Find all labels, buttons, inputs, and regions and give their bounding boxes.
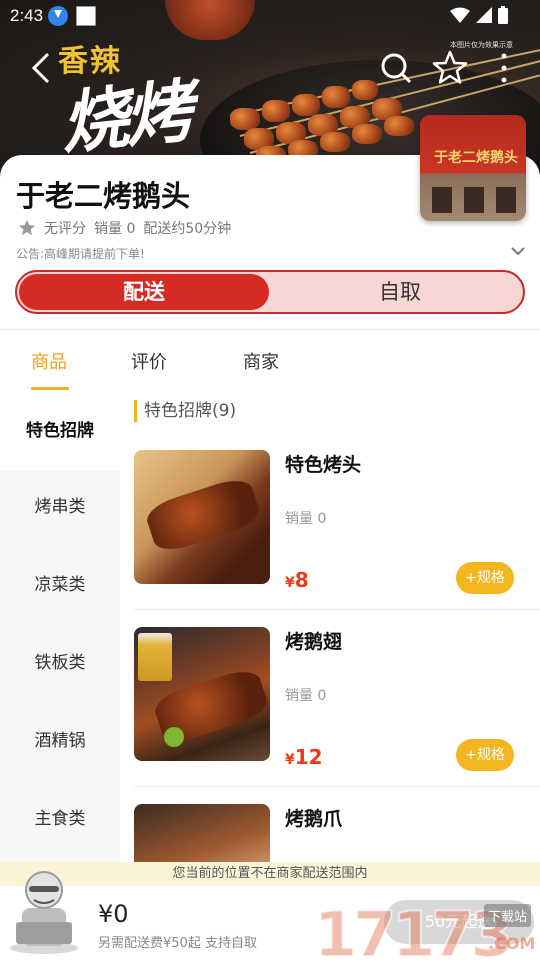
meat-image xyxy=(262,100,290,122)
select-spec-button[interactable]: +规格 xyxy=(456,739,514,771)
wifi-icon xyxy=(450,7,470,23)
search-icon xyxy=(381,53,412,84)
watermark-domain: .COM xyxy=(488,934,536,953)
chevron-down-icon[interactable] xyxy=(510,245,526,257)
pickup-option[interactable]: 自取 xyxy=(277,274,523,310)
meat-image xyxy=(230,108,260,130)
meat-image xyxy=(292,94,320,116)
star-outline-icon xyxy=(432,50,468,84)
battery-icon xyxy=(498,6,508,24)
product-item[interactable]: 烤鹅翅 销量 0 ¥12 +规格 xyxy=(134,627,540,787)
cart-total: ¥0 xyxy=(98,900,129,928)
tab-reviews[interactable]: 评价 xyxy=(131,348,167,374)
product-name: 特色烤头 xyxy=(285,454,362,476)
favorite-button[interactable] xyxy=(430,48,470,88)
delivery-mode-toggle: 配送 自取 xyxy=(15,270,525,314)
tab-bar: 商品 评价 商家 xyxy=(0,330,540,392)
delivery-option[interactable]: 配送 xyxy=(19,274,269,310)
search-button[interactable] xyxy=(376,48,416,88)
tab-products[interactable]: 商品 xyxy=(31,348,67,374)
category-item-iron-plate[interactable]: 铁板类 xyxy=(0,624,120,702)
shop-rating: 无评分 xyxy=(44,221,86,237)
beer-glass-image xyxy=(138,633,172,681)
signal-icon xyxy=(476,7,492,23)
lime-image xyxy=(164,727,184,747)
product-sales: 销量 0 xyxy=(285,511,327,527)
system-icons xyxy=(450,6,508,24)
category-item-skewers[interactable]: 烤串类 xyxy=(0,468,120,546)
meat-image xyxy=(352,124,382,144)
cart-mascot-icon[interactable] xyxy=(8,864,82,954)
app-screen: 香辣 烧烤 本图片仅为效果示意 2:43 于老二烤鹅头 于老二烤鹅头 无评分 销… xyxy=(0,0,540,960)
back-button[interactable] xyxy=(24,48,64,88)
product-image[interactable] xyxy=(134,627,270,761)
shop-notice: 公告:高峰期请提前下单! xyxy=(16,247,145,261)
cart-hint: 另需配送费¥50起 支持自取 xyxy=(98,936,257,951)
divider xyxy=(134,786,540,787)
category-item-cold-dishes[interactable]: 凉菜类 xyxy=(0,546,120,624)
product-image[interactable] xyxy=(134,804,270,862)
product-name: 烤鹅爪 xyxy=(285,808,343,830)
section-title: 特色招牌(9) xyxy=(134,400,236,422)
price-value: 12 xyxy=(294,745,323,769)
shop-photo-sign: 于老二烤鹅头 xyxy=(434,150,518,166)
product-price: ¥12 xyxy=(285,745,323,769)
price-currency: ¥ xyxy=(285,752,295,768)
price-value: 8 xyxy=(294,568,309,592)
product-item[interactable]: 特色烤头 销量 0 ¥8 +规格 xyxy=(134,450,540,610)
status-bar: 2:43 xyxy=(0,0,540,32)
more-button[interactable] xyxy=(488,48,528,88)
product-item[interactable]: 烤鹅爪 xyxy=(134,804,524,862)
divider xyxy=(134,609,540,610)
meat-image xyxy=(320,132,350,152)
category-item-signature[interactable]: 特色招牌 xyxy=(0,392,120,470)
shop-photo-window xyxy=(464,187,484,213)
category-item-staples[interactable]: 主食类 xyxy=(0,780,120,858)
chevron-left-icon xyxy=(31,52,50,84)
product-price: ¥8 xyxy=(285,568,309,592)
shop-meta: 无评分 销量 0 配送约50分钟 xyxy=(18,218,231,238)
shop-photo-window xyxy=(496,187,516,213)
category-sidebar: 特色招牌 烤串类 凉菜类 铁板类 酒精锅 主食类 xyxy=(0,392,120,862)
more-vertical-icon xyxy=(501,53,507,83)
meat-image xyxy=(384,116,414,136)
download-icon xyxy=(48,6,68,26)
meat-image xyxy=(322,86,350,108)
product-image-detail xyxy=(142,474,264,556)
product-name: 烤鹅翅 xyxy=(285,631,343,653)
star-icon xyxy=(18,219,36,236)
tab-active-indicator xyxy=(31,387,69,390)
select-spec-button[interactable]: +规格 xyxy=(456,562,514,594)
banner-slogan-main: 烧烤 xyxy=(56,71,193,165)
category-item-alcohol-pot[interactable]: 酒精锅 xyxy=(0,702,120,780)
shop-photo[interactable]: 于老二烤鹅头 xyxy=(420,115,526,221)
watermark-logo: 17173 xyxy=(313,897,515,960)
meat-image xyxy=(352,80,378,100)
shop-sales: 销量 0 xyxy=(94,221,136,237)
status-time: 2:43 xyxy=(10,6,44,25)
shop-name: 于老二烤鹅头 xyxy=(16,179,191,213)
shop-delivery-time: 配送约50分钟 xyxy=(143,221,232,237)
product-image[interactable] xyxy=(134,450,270,584)
app-notification-icon xyxy=(76,6,96,26)
shop-photo-window xyxy=(432,187,452,213)
tab-merchant[interactable]: 商家 xyxy=(243,348,279,374)
watermark-badge: 下载站 xyxy=(484,904,532,927)
price-currency: ¥ xyxy=(285,575,295,591)
product-sales: 销量 0 xyxy=(285,688,327,704)
